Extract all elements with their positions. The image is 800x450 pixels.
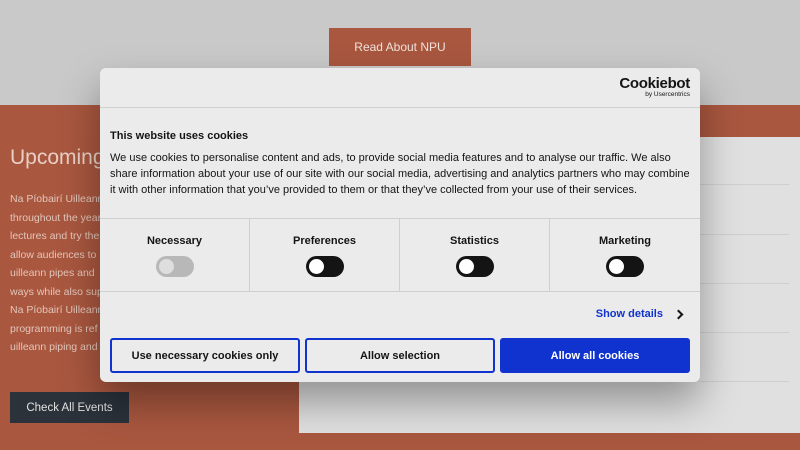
events-line: allow audiences to	[10, 248, 97, 261]
events-line: ways while also sup	[10, 285, 103, 298]
marketing-toggle[interactable]	[606, 256, 644, 277]
necessary-toggle	[155, 256, 194, 277]
show-details-link[interactable]: Show details	[595, 308, 684, 320]
category-preferences: Preferences	[250, 219, 400, 291]
list-divider	[699, 381, 789, 382]
category-label: Marketing	[599, 235, 651, 247]
dialog-header: Cookiebot by Usercentrics	[100, 68, 700, 108]
check-all-events-button[interactable]: Check All Events	[10, 392, 129, 423]
events-line: Na Píobairí Uilleann	[10, 193, 104, 205]
category-label: Preferences	[293, 235, 356, 247]
read-about-button[interactable]: Read About NPU	[329, 28, 471, 66]
events-line: uilleann pipes and	[10, 267, 95, 279]
cookie-categories: Necessary Preferences Statistics Marketi…	[100, 218, 700, 292]
allow-selection-button[interactable]: Allow selection	[305, 338, 495, 373]
use-necessary-only-button[interactable]: Use necessary cookies only	[110, 338, 300, 373]
list-divider	[699, 332, 789, 333]
category-label: Statistics	[450, 235, 499, 247]
events-description: Na Píobairí Uilleann throughout the year…	[10, 190, 106, 357]
category-statistics: Statistics	[400, 219, 550, 291]
cookie-consent-dialog: Cookiebot by Usercentrics This website u…	[100, 68, 700, 382]
consent-buttons: Use necessary cookies only Allow selecti…	[110, 338, 690, 373]
dialog-title: This website uses cookies	[110, 130, 249, 142]
list-divider	[699, 184, 789, 185]
toggle-knob	[308, 259, 324, 274]
list-divider	[699, 234, 789, 235]
events-line: programming is ref	[10, 322, 98, 335]
show-details-label: Show details	[595, 308, 663, 320]
category-label: Necessary	[146, 235, 203, 247]
dialog-body-text: We use cookies to personalise content an…	[110, 152, 690, 196]
logo-subtitle: by Usercentrics	[645, 91, 690, 98]
toggle-knob	[609, 259, 624, 274]
category-necessary: Necessary	[100, 219, 250, 291]
events-line: throughout the year	[10, 211, 102, 224]
category-marketing: Marketing	[550, 219, 700, 291]
events-line: lectures and try the	[10, 230, 100, 242]
toggle-knob	[158, 259, 174, 274]
list-divider	[699, 283, 789, 284]
cookiebot-logo: Cookiebot by Usercentrics	[619, 76, 690, 99]
preferences-toggle[interactable]	[305, 256, 344, 277]
toggle-knob	[458, 259, 474, 274]
chevron-right-icon	[673, 309, 684, 319]
logo-name: Cookiebot	[619, 75, 690, 92]
allow-all-cookies-button[interactable]: Allow all cookies	[500, 338, 690, 373]
events-title: Upcoming	[10, 146, 105, 169]
events-line: Na Píobairí Uilleann	[10, 304, 104, 316]
events-line: uilleann piping and	[10, 341, 98, 353]
statistics-toggle[interactable]	[455, 256, 494, 277]
